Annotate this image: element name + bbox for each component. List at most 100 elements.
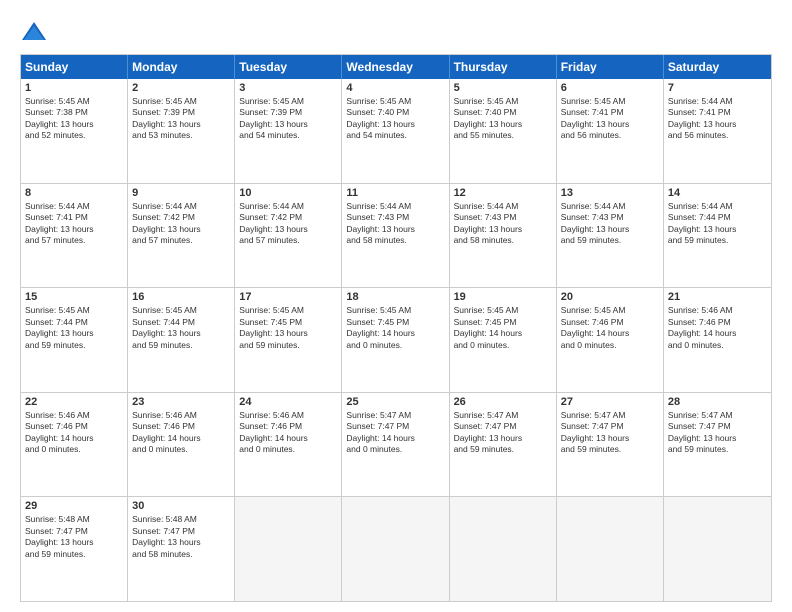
day-number: 16 xyxy=(132,291,230,303)
day-info: Sunrise: 5:45 AMSunset: 7:39 PMDaylight:… xyxy=(132,96,230,142)
day-cell-1: 1 Sunrise: 5:45 AMSunset: 7:38 PMDaylight… xyxy=(21,79,128,183)
day-header-sunday: Sunday xyxy=(21,55,128,79)
day-info: Sunrise: 5:48 AMSunset: 7:47 PMDaylight:… xyxy=(132,514,230,560)
day-number: 27 xyxy=(561,396,659,408)
day-number: 22 xyxy=(25,396,123,408)
day-number: 7 xyxy=(668,82,767,94)
day-cell-24: 24 Sunrise: 5:46 AMSunset: 7:46 PMDayligh… xyxy=(235,393,342,497)
day-header-friday: Friday xyxy=(557,55,664,79)
day-cell-2: 2 Sunrise: 5:45 AMSunset: 7:39 PMDaylight… xyxy=(128,79,235,183)
day-number: 3 xyxy=(239,82,337,94)
day-number: 11 xyxy=(346,187,444,199)
day-number: 13 xyxy=(561,187,659,199)
day-info: Sunrise: 5:45 AMSunset: 7:40 PMDaylight:… xyxy=(454,96,552,142)
day-number: 19 xyxy=(454,291,552,303)
day-header-tuesday: Tuesday xyxy=(235,55,342,79)
day-header-monday: Monday xyxy=(128,55,235,79)
logo xyxy=(20,18,52,46)
day-cell-26: 26 Sunrise: 5:47 AMSunset: 7:47 PMDayligh… xyxy=(450,393,557,497)
day-cell-27: 27Sunrise: 5:47 AMSunset: 7:47 PMDayligh… xyxy=(557,393,664,497)
day-cell-22: 22Sunrise: 5:46 AMSunset: 7:46 PMDayligh… xyxy=(21,393,128,497)
day-info: Sunrise: 5:45 AMSunset: 7:46 PMDaylight:… xyxy=(561,305,659,351)
day-info: Sunrise: 5:44 AMSunset: 7:43 PMDaylight:… xyxy=(346,201,444,247)
day-info: Sunrise: 5:44 AMSunset: 7:42 PMDaylight:… xyxy=(132,201,230,247)
logo-icon xyxy=(20,18,48,46)
day-number: 4 xyxy=(346,82,444,94)
day-number: 8 xyxy=(25,187,123,199)
day-info: Sunrise: 5:46 AMSunset: 7:46 PMDaylight:… xyxy=(239,410,337,456)
page: SundayMondayTuesdayWednesdayThursdayFrid… xyxy=(0,0,792,612)
calendar-row-1: 1 Sunrise: 5:45 AMSunset: 7:38 PMDaylight… xyxy=(21,79,771,184)
empty-cell xyxy=(235,497,342,601)
day-cell-13: 13 Sunrise: 5:44 AMSunset: 7:43 PMDayligh… xyxy=(557,184,664,288)
day-number: 29 xyxy=(25,500,123,512)
day-number: 2 xyxy=(132,82,230,94)
day-number: 30 xyxy=(132,500,230,512)
day-cell-23: 23 Sunrise: 5:46 AMSunset: 7:46 PMDayligh… xyxy=(128,393,235,497)
day-cell-29: 29 Sunrise: 5:48 AMSunset: 7:47 PMDayligh… xyxy=(21,497,128,601)
day-number: 6 xyxy=(561,82,659,94)
day-cell-6: 6 Sunrise: 5:45 AMSunset: 7:41 PMDaylight… xyxy=(557,79,664,183)
day-cell-5: 5 Sunrise: 5:45 AMSunset: 7:40 PMDaylight… xyxy=(450,79,557,183)
empty-cell xyxy=(342,497,449,601)
empty-cell xyxy=(664,497,771,601)
day-cell-11: 11 Sunrise: 5:44 AMSunset: 7:43 PMDayligh… xyxy=(342,184,449,288)
day-number: 21 xyxy=(668,291,767,303)
day-number: 12 xyxy=(454,187,552,199)
calendar: SundayMondayTuesdayWednesdayThursdayFrid… xyxy=(20,54,772,602)
day-number: 26 xyxy=(454,396,552,408)
day-cell-10: 10Sunrise: 5:44 AMSunset: 7:42 PMDayligh… xyxy=(235,184,342,288)
day-info: Sunrise: 5:44 AMSunset: 7:43 PMDaylight:… xyxy=(561,201,659,247)
day-header-wednesday: Wednesday xyxy=(342,55,449,79)
empty-cell xyxy=(450,497,557,601)
day-info: Sunrise: 5:45 AMSunset: 7:39 PMDaylight:… xyxy=(239,96,337,142)
day-cell-18: 18Sunrise: 5:45 AMSunset: 7:45 PMDayligh… xyxy=(342,288,449,392)
day-cell-4: 4 Sunrise: 5:45 AMSunset: 7:40 PMDaylight… xyxy=(342,79,449,183)
calendar-row-3: 15Sunrise: 5:45 AMSunset: 7:44 PMDayligh… xyxy=(21,288,771,393)
day-number: 9 xyxy=(132,187,230,199)
day-info: Sunrise: 5:45 AMSunset: 7:38 PMDaylight:… xyxy=(25,96,123,142)
day-cell-28: 28Sunrise: 5:47 AMSunset: 7:47 PMDayligh… xyxy=(664,393,771,497)
day-cell-20: 20Sunrise: 5:45 AMSunset: 7:46 PMDayligh… xyxy=(557,288,664,392)
day-number: 5 xyxy=(454,82,552,94)
day-cell-14: 14Sunrise: 5:44 AMSunset: 7:44 PMDayligh… xyxy=(664,184,771,288)
day-info: Sunrise: 5:45 AMSunset: 7:41 PMDaylight:… xyxy=(561,96,659,142)
calendar-row-4: 22 Sunrise: 5:46 AMSunset: 7:46 PMDayligh… xyxy=(21,393,771,498)
day-number: 17 xyxy=(239,291,337,303)
day-number: 25 xyxy=(346,396,444,408)
day-info: Sunrise: 5:48 AMSunset: 7:47 PMDaylight:… xyxy=(25,514,123,560)
day-info: Sunrise: 5:47 AMSunset: 7:47 PMDaylight:… xyxy=(346,410,444,456)
calendar-row-2: 8 Sunrise: 5:44 AMSunset: 7:41 PMDaylight… xyxy=(21,184,771,289)
day-number: 23 xyxy=(132,396,230,408)
day-info: Sunrise: 5:44 AMSunset: 7:41 PMDaylight:… xyxy=(25,201,123,247)
day-number: 18 xyxy=(346,291,444,303)
day-info: Sunrise: 5:45 AMSunset: 7:44 PMDaylight:… xyxy=(25,305,123,351)
day-number: 28 xyxy=(668,396,767,408)
day-cell-3: 3 Sunrise: 5:45 AMSunset: 7:39 PMDaylight… xyxy=(235,79,342,183)
day-cell-16: 16 Sunrise: 5:45 AMSunset: 7:44 PMDayligh… xyxy=(128,288,235,392)
header xyxy=(20,18,772,46)
day-number: 24 xyxy=(239,396,337,408)
empty-cell xyxy=(557,497,664,601)
day-info: Sunrise: 5:44 AMSunset: 7:43 PMDaylight:… xyxy=(454,201,552,247)
day-header-saturday: Saturday xyxy=(664,55,771,79)
day-info: Sunrise: 5:47 AMSunset: 7:47 PMDaylight:… xyxy=(454,410,552,456)
day-info: Sunrise: 5:45 AMSunset: 7:45 PMDaylight:… xyxy=(239,305,337,351)
day-cell-8: 8 Sunrise: 5:44 AMSunset: 7:41 PMDaylight… xyxy=(21,184,128,288)
day-info: Sunrise: 5:45 AMSunset: 7:44 PMDaylight:… xyxy=(132,305,230,351)
day-cell-17: 17 Sunrise: 5:45 AMSunset: 7:45 PMDayligh… xyxy=(235,288,342,392)
calendar-header: SundayMondayTuesdayWednesdayThursdayFrid… xyxy=(21,55,771,79)
day-info: Sunrise: 5:44 AMSunset: 7:42 PMDaylight:… xyxy=(239,201,337,247)
day-info: Sunrise: 5:45 AMSunset: 7:40 PMDaylight:… xyxy=(346,96,444,142)
day-cell-30: 30 Sunrise: 5:48 AMSunset: 7:47 PMDayligh… xyxy=(128,497,235,601)
calendar-row-5: 29 Sunrise: 5:48 AMSunset: 7:47 PMDayligh… xyxy=(21,497,771,601)
calendar-body: 1 Sunrise: 5:45 AMSunset: 7:38 PMDaylight… xyxy=(21,79,771,601)
day-info: Sunrise: 5:44 AMSunset: 7:41 PMDaylight:… xyxy=(668,96,767,142)
day-header-thursday: Thursday xyxy=(450,55,557,79)
day-number: 1 xyxy=(25,82,123,94)
day-info: Sunrise: 5:44 AMSunset: 7:44 PMDaylight:… xyxy=(668,201,767,247)
day-cell-19: 19Sunrise: 5:45 AMSunset: 7:45 PMDayligh… xyxy=(450,288,557,392)
day-info: Sunrise: 5:46 AMSunset: 7:46 PMDaylight:… xyxy=(132,410,230,456)
day-info: Sunrise: 5:46 AMSunset: 7:46 PMDaylight:… xyxy=(668,305,767,351)
day-cell-15: 15Sunrise: 5:45 AMSunset: 7:44 PMDayligh… xyxy=(21,288,128,392)
